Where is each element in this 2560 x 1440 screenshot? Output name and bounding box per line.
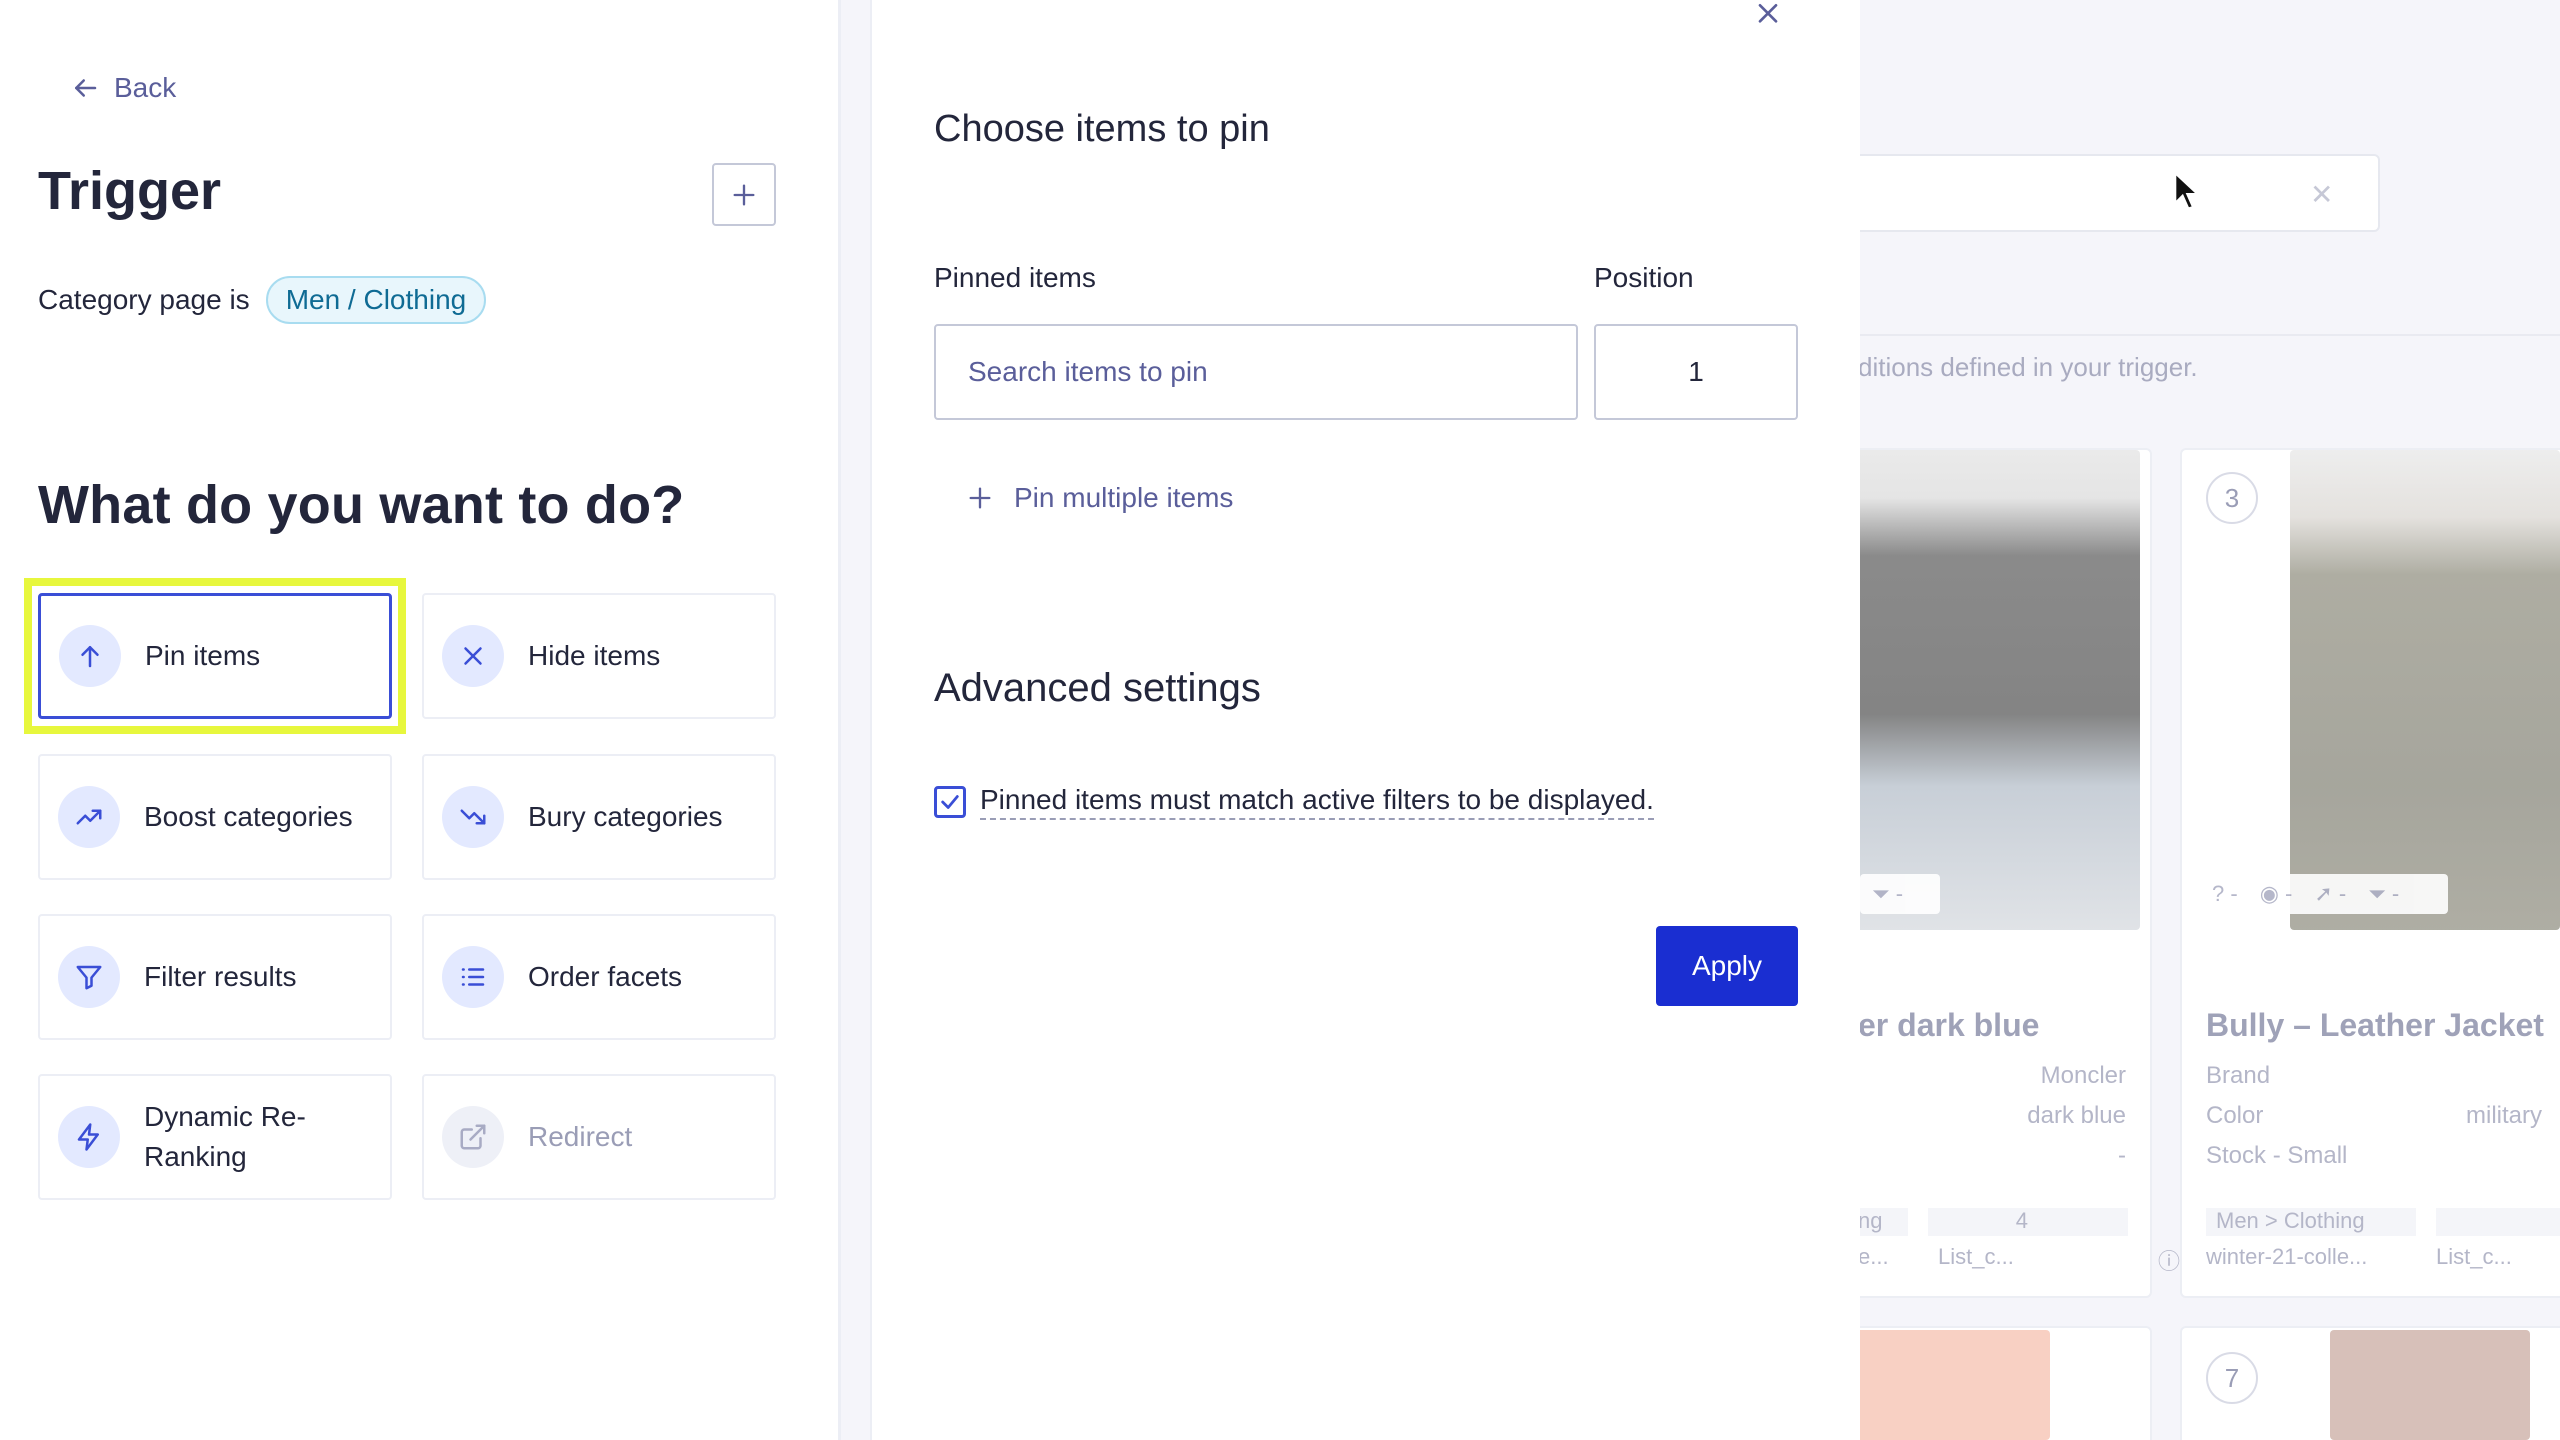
clear-icon: ✕ [2310, 179, 2334, 210]
trending-up-icon [58, 786, 120, 848]
checkmark-icon [941, 795, 959, 809]
action-hide-items[interactable]: Hide items [422, 593, 776, 719]
list-icon [442, 946, 504, 1008]
product-stats: ⏷ - [1860, 874, 1940, 914]
condition-text: Category page is [38, 284, 250, 315]
trending-down-icon [442, 786, 504, 848]
product-meta-labels: Brand Color Stock - Small [2206, 1062, 2348, 1169]
search-items-input[interactable] [934, 324, 1578, 420]
category-chip[interactable]: Men / Clothing [265, 276, 487, 324]
cursor-icon [2174, 172, 2200, 210]
product-title: Bully – Leather Jacket [2206, 1007, 2544, 1043]
action-label: Filter results [144, 961, 297, 992]
product-row: e... List_c... ⓘ [1858, 1244, 2181, 1274]
add-condition-button[interactable] [712, 163, 776, 226]
preview-search-bar [1810, 154, 2380, 232]
action-bury-categories[interactable]: Bury categories [422, 754, 776, 880]
modal-title: Choose items to pin [934, 108, 1270, 150]
product-meta-values: Moncler dark blue - [2027, 1062, 2126, 1169]
action-label: Order facets [528, 961, 683, 992]
product-row: Men > Clothing 4 [2206, 1208, 2560, 1236]
back-label: Back [114, 72, 177, 103]
action-label: Bury categories [528, 801, 723, 832]
action-label: Redirect [528, 1121, 633, 1152]
position-input[interactable] [1594, 324, 1798, 420]
preview-hint-text: ditions defined in your trigger. [1858, 352, 2198, 382]
help-stat: ? - [2212, 881, 2238, 906]
filter-stat: ⏷ - [2368, 881, 2400, 906]
consequence-question: What do you want to do? [38, 475, 685, 535]
close-icon[interactable] [1752, 0, 1784, 32]
product-meta-value: military [2466, 1102, 2542, 1129]
action-redirect: Redirect [422, 1074, 776, 1200]
match-filters-option[interactable]: Pinned items must match active filters t… [934, 784, 1654, 820]
plus-icon [969, 487, 991, 509]
position-label: Position [1594, 262, 1694, 293]
pin-multiple-button[interactable]: Pin multiple items [966, 482, 1233, 514]
product-image [1850, 1330, 2050, 1440]
pin-multiple-label: Pin multiple items [1014, 482, 1234, 513]
product-image [1830, 450, 2140, 930]
match-filters-label: Pinned items must match active filters t… [980, 784, 1654, 820]
advanced-settings-title: Advanced settings [934, 666, 1261, 710]
filter-stat: ⏷ - [1872, 881, 1904, 906]
x-icon [442, 625, 504, 687]
product-row: winter-21-colle... List_c... [2206, 1244, 2512, 1269]
action-boost-categories[interactable]: Boost categories [38, 754, 392, 880]
action-dynamic-reranking[interactable]: Dynamic Re-Ranking [38, 1074, 392, 1200]
rank-badge: 3 [2206, 472, 2258, 524]
action-pin-items[interactable]: Pin items [38, 593, 392, 719]
rank-badge: 7 [2206, 1352, 2258, 1404]
preview-divider [1810, 334, 2560, 336]
lightning-icon [58, 1106, 120, 1168]
product-image [2290, 450, 2560, 930]
external-link-icon [442, 1106, 504, 1168]
match-filters-checkbox[interactable] [934, 786, 966, 818]
action-filter-results[interactable]: Filter results [38, 914, 392, 1040]
product-stats: ? - ◉ - ➚ - ⏷ - [2200, 874, 2448, 914]
action-label: Hide items [528, 640, 661, 671]
product-image [2330, 1330, 2530, 1440]
arrow-left-icon [75, 79, 97, 97]
pinned-items-label: Pinned items [934, 262, 1096, 293]
trigger-condition: Category page is Men / Clothing [38, 276, 487, 324]
plus-icon [733, 184, 755, 205]
back-link[interactable]: Back [70, 72, 176, 104]
action-label: Pin items [145, 640, 261, 671]
product-row: ng 4 [1858, 1208, 2128, 1236]
pin-items-modal [870, 0, 1860, 1440]
apply-button[interactable]: Apply [1656, 926, 1798, 1006]
filter-icon [58, 946, 120, 1008]
view-stat: ◉ - [2259, 881, 2293, 906]
trigger-title: Trigger [38, 161, 222, 221]
product-title: er dark blue [1858, 1007, 2040, 1043]
action-label: Dynamic Re-Ranking [144, 1101, 306, 1172]
info-icon: ⓘ [2158, 1249, 2181, 1274]
action-order-facets[interactable]: Order facets [422, 914, 776, 1040]
action-label: Boost categories [144, 801, 353, 832]
arrow-up-icon [59, 625, 121, 687]
click-stat: ➚ - [2314, 881, 2347, 906]
